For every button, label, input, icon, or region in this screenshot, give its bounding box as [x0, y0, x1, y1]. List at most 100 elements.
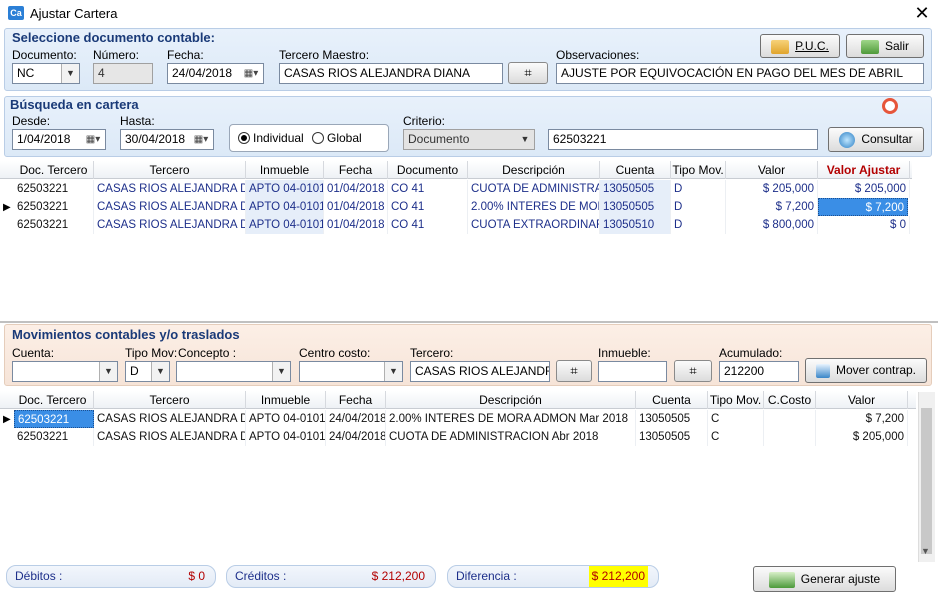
- tipo-mov-label: Tipo Mov:: [125, 346, 178, 360]
- close-icon[interactable]: ✕: [912, 3, 932, 24]
- scroll-down-icon[interactable]: ▼: [921, 546, 930, 556]
- col-tipo-mov[interactable]: Tipo Mov.: [708, 391, 764, 409]
- observaciones-field[interactable]: AJUSTE POR EQUIVOCACIÓN EN PAGO DEL MES …: [556, 63, 924, 84]
- table-row[interactable]: ▶ 62503221 CASAS RIOS ALEJANDRA DIAN APT…: [0, 198, 912, 216]
- col-inmueble[interactable]: Inmueble: [246, 391, 326, 409]
- documento-value: NC: [17, 66, 35, 80]
- cell-documento: CO 41: [388, 216, 468, 234]
- movements-grid: Doc. Tercero Tercero Inmueble Fecha Desc…: [0, 391, 938, 561]
- concepto-label: Concepto :: [178, 346, 237, 360]
- title-bar: [0, 0, 938, 28]
- criterio-label: Criterio:: [403, 114, 446, 128]
- inmueble-field[interactable]: [598, 361, 667, 382]
- radio-global-indicator[interactable]: [312, 132, 324, 144]
- col-doc-tercero[interactable]: Doc. Tercero: [12, 391, 94, 409]
- col-descripcion[interactable]: Descripción: [468, 161, 600, 179]
- calendar-icon[interactable]: ▦▾: [239, 64, 263, 83]
- numero-field: 4: [93, 63, 153, 84]
- fecha-field[interactable]: 24/04/2018 ▦▾: [167, 63, 264, 84]
- chevron-down-icon[interactable]: ▼: [61, 64, 79, 83]
- help-lifebuoy-icon[interactable]: [882, 98, 898, 114]
- cell-doc-tercero-selected: 62503221: [14, 410, 94, 428]
- cuenta-select[interactable]: ▼: [12, 361, 118, 382]
- creditos-label: Créditos :: [235, 569, 287, 583]
- move-grid-icon: [815, 363, 830, 378]
- table-row[interactable]: ▶ 62503221 CASAS RIOS ALEJANDRA DIAN APT…: [0, 410, 916, 428]
- centro-costo-select[interactable]: ▼: [299, 361, 403, 382]
- criterio-value-field[interactable]: 62503221: [548, 129, 818, 150]
- cell-descripcion: 2.00% INTERES DE MORA: [468, 198, 600, 216]
- acumulado-label: Acumulado:: [719, 346, 783, 360]
- col-inmueble[interactable]: Inmueble: [246, 161, 324, 179]
- diferencia-label: Diferencia :: [456, 569, 517, 583]
- radio-individual-indicator[interactable]: [238, 132, 250, 144]
- calendar-icon[interactable]: ▦▾: [81, 130, 105, 149]
- salir-button[interactable]: Salir: [846, 34, 924, 58]
- search-inmueble-binoculars-icon[interactable]: ⌗: [674, 360, 712, 382]
- col-tipo-mov[interactable]: Tipo Mov.: [671, 161, 726, 179]
- cell-descripcion: CUOTA DE ADMINISTRACI: [468, 180, 600, 198]
- hasta-field[interactable]: 30/04/2018 ▦▾: [120, 129, 214, 150]
- cell-valor-ajustar[interactable]: $ 205,000: [818, 180, 910, 198]
- radio-individual[interactable]: Individual: [238, 131, 304, 145]
- cell-cuenta: 13050510: [600, 216, 671, 234]
- col-cuenta[interactable]: Cuenta: [600, 161, 671, 179]
- table-row[interactable]: 62503221 CASAS RIOS ALEJANDRA DIAN APTO …: [0, 428, 916, 446]
- col-doc-tercero[interactable]: Doc. Tercero: [14, 161, 94, 179]
- consultar-button[interactable]: Consultar: [828, 127, 924, 152]
- cell-inmueble: APTO 04-0101: [246, 198, 324, 216]
- documento-select[interactable]: NC ▼: [12, 63, 80, 84]
- radio-global[interactable]: Global: [312, 131, 362, 145]
- search-tercero-binoculars-icon[interactable]: ⌗: [508, 62, 548, 84]
- col-tercero[interactable]: Tercero: [94, 161, 246, 179]
- splitter[interactable]: [0, 321, 938, 323]
- col-descripcion[interactable]: Descripción: [386, 391, 636, 409]
- numero-label: Número:: [93, 48, 140, 62]
- col-documento[interactable]: Documento: [388, 161, 468, 179]
- generar-ajuste-button[interactable]: Generar ajuste: [753, 566, 896, 592]
- search-tercero-binoculars-icon[interactable]: ⌗: [556, 360, 592, 382]
- col-fecha[interactable]: Fecha: [324, 161, 388, 179]
- chevron-down-icon[interactable]: ▼: [151, 362, 169, 381]
- col-valor[interactable]: Valor: [726, 161, 818, 179]
- tercero-field[interactable]: CASAS RIOS ALEJANDRA DIANA: [410, 361, 550, 382]
- tipo-mov-select[interactable]: D ▼: [125, 361, 170, 382]
- col-tercero[interactable]: Tercero: [94, 391, 246, 409]
- movements-grid-header: Doc. Tercero Tercero Inmueble Fecha Desc…: [0, 391, 916, 409]
- cell-fecha: 01/04/2018: [324, 180, 388, 198]
- debitos-value: $ 0: [188, 569, 205, 583]
- col-fecha[interactable]: Fecha: [326, 391, 386, 409]
- chevron-down-icon[interactable]: ▼: [516, 130, 534, 149]
- col-valor-ajustar[interactable]: Valor Ajustar: [818, 161, 910, 179]
- table-row[interactable]: 62503221 CASAS RIOS ALEJANDRA DIAN APTO …: [0, 216, 912, 234]
- cell-cuenta: 13050505: [600, 180, 671, 198]
- cell-inmueble: APTO 04-0101: [246, 216, 324, 234]
- calendar-icon[interactable]: ▦▾: [189, 130, 213, 149]
- cell-documento: CO 41: [388, 198, 468, 216]
- cell-tipo-mov: C: [708, 410, 764, 428]
- chevron-down-icon[interactable]: ▼: [384, 362, 402, 381]
- concepto-select[interactable]: ▼: [176, 361, 291, 382]
- documento-label: Documento:: [12, 48, 77, 62]
- col-valor[interactable]: Valor: [816, 391, 908, 409]
- acumulado-field[interactable]: 212200: [719, 361, 799, 382]
- mover-contrap-button[interactable]: Mover contrap.: [805, 358, 927, 383]
- table-row[interactable]: 62503221 CASAS RIOS ALEJANDRA DIAN APTO …: [0, 180, 912, 198]
- desde-label: Desde:: [12, 114, 51, 128]
- cell-valor-ajustar-selected[interactable]: $ 7,200: [818, 198, 908, 216]
- scrollbar-thumb[interactable]: [921, 408, 932, 554]
- cell-valor-ajustar[interactable]: $ 0: [818, 216, 910, 234]
- col-cuenta[interactable]: Cuenta: [636, 391, 708, 409]
- movements-section-title: Movimientos contables y/o traslados: [12, 327, 240, 342]
- cuenta-label: Cuenta:: [12, 346, 55, 360]
- criterio-select[interactable]: Documento ▼: [403, 129, 535, 150]
- desde-field[interactable]: 1/04/2018 ▦▾: [12, 129, 106, 150]
- puc-button[interactable]: P.U.C.: [760, 34, 840, 58]
- chevron-down-icon[interactable]: ▼: [272, 362, 290, 381]
- row-pointer-icon: ▶: [3, 414, 11, 425]
- tercero-maestro-field[interactable]: CASAS RIOS ALEJANDRA DIANA: [279, 63, 503, 84]
- chevron-down-icon[interactable]: ▼: [99, 362, 117, 381]
- col-ccosto[interactable]: C.Costo: [764, 391, 816, 409]
- cell-cuenta: 13050505: [636, 410, 708, 428]
- cell-valor: $ 7,200: [816, 410, 908, 428]
